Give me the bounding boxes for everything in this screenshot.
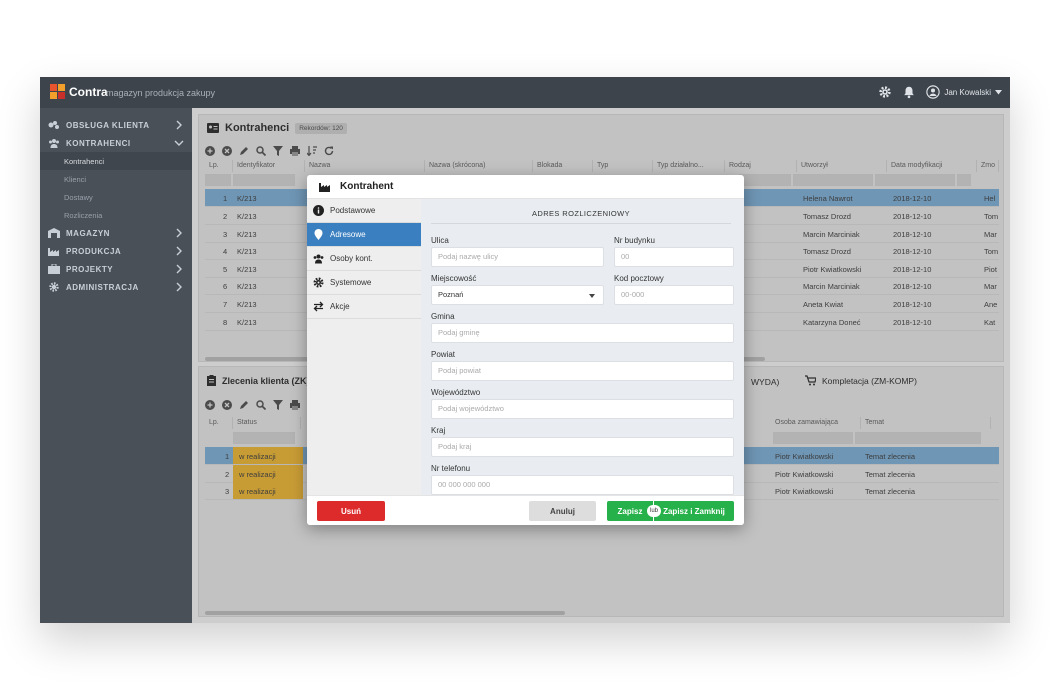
sidebar-item-magazyn[interactable]: MAGAZYN xyxy=(40,224,192,242)
kod-input[interactable]: 00-000 xyxy=(614,285,734,305)
modal-title: Kontrahent xyxy=(340,181,394,192)
tab-osoby[interactable]: Osoby kont. xyxy=(307,247,421,271)
user-avatar-icon xyxy=(926,85,941,99)
gear-icon xyxy=(49,282,59,292)
nr-budynku-label: Nr budynku xyxy=(614,236,655,245)
sidebar-item-label: PROJEKTY xyxy=(66,264,114,274)
chevron-down-icon xyxy=(995,89,1002,94)
sidebar-item-label: KONTRAHENCI xyxy=(66,138,131,148)
brand-name: Contra xyxy=(69,85,108,99)
map-pin-icon xyxy=(314,229,323,240)
chevron-right-icon xyxy=(176,264,182,274)
tab-systemowe[interactable]: Systemowe xyxy=(307,271,421,295)
tab-label: Podstawowe xyxy=(330,206,376,215)
chevron-right-icon xyxy=(176,246,182,256)
chevron-right-icon xyxy=(176,120,182,130)
chevron-down-icon xyxy=(174,140,184,146)
miejscowosc-value: Poznań xyxy=(438,290,464,299)
kontrahent-modal: Kontrahent Podstawowe Adresowe Osoby kon… xyxy=(307,175,744,525)
sidebar-item-produkcja[interactable]: PRODUKCJA xyxy=(40,242,192,260)
modal-footer: Usuń Anuluj Zapisz lub Zapisz i Zamknij xyxy=(307,495,744,525)
or-separator: lub xyxy=(647,505,661,517)
wojewodztwo-label: Województwo xyxy=(431,388,481,397)
sidebar-subitem-kontrahenci[interactable]: Kontrahenci xyxy=(40,152,192,170)
sidebar-item-label: ADMINISTRACJA xyxy=(66,282,139,292)
sidebar-subitem-dostawy[interactable]: Dostawy xyxy=(40,188,192,206)
tab-podstawowe[interactable]: Podstawowe xyxy=(307,199,421,223)
sidebar-subitem-rozliczenia[interactable]: Rozliczenia xyxy=(40,206,192,224)
factory-icon xyxy=(319,182,330,192)
sidebar-item-projekty[interactable]: PROJEKTY xyxy=(40,260,192,278)
sidebar-item-administracja[interactable]: ADMINISTRACJA xyxy=(40,278,192,296)
factory-icon xyxy=(48,248,59,256)
miejscowosc-select[interactable]: Poznań xyxy=(431,285,604,305)
save-close-button[interactable]: Zapisz i Zamknij xyxy=(654,501,734,521)
tab-label: Akcje xyxy=(330,302,350,311)
tab-label: Osoby kont. xyxy=(330,254,373,263)
users-icon xyxy=(49,139,59,148)
chevron-right-icon xyxy=(176,228,182,238)
miejscowosc-label: Miejscowość xyxy=(431,274,477,283)
ulica-label: Ulica xyxy=(431,236,449,245)
nr-budynku-input[interactable]: 00 xyxy=(614,247,734,267)
user-name: Jan Kowalski xyxy=(944,87,991,97)
sidebar: OBSŁUGA KLIENTA KONTRAHENCI Kontrahenci … xyxy=(40,108,192,623)
warehouse-icon xyxy=(48,228,60,238)
kod-label: Kod pocztowy xyxy=(614,274,664,283)
logo-icon xyxy=(50,84,65,99)
kraj-label: Kraj xyxy=(431,426,446,435)
handshake-icon xyxy=(48,121,59,129)
section-title: ADRES ROZLICZENIOWY xyxy=(431,209,731,224)
sidebar-subitem-klienci[interactable]: Klienci xyxy=(40,170,192,188)
chevron-right-icon xyxy=(176,282,182,292)
user-menu[interactable]: Jan Kowalski xyxy=(926,85,1002,99)
delete-button[interactable]: Usuń xyxy=(317,501,385,521)
tab-label: Systemowe xyxy=(330,278,372,287)
exchange-icon xyxy=(313,301,324,312)
gear-icon xyxy=(313,277,324,288)
telefon-input[interactable]: 00 000 000 000 xyxy=(431,475,734,495)
gmina-label: Gmina xyxy=(431,312,455,321)
wojewodztwo-input[interactable]: Podaj województwo xyxy=(431,399,734,419)
tab-adresowe[interactable]: Adresowe xyxy=(307,223,421,247)
sidebar-item-label: OBSŁUGA KLIENTA xyxy=(66,120,150,130)
bell-icon[interactable] xyxy=(902,85,916,99)
sidebar-item-kontrahenci[interactable]: KONTRAHENCI xyxy=(40,134,192,152)
top-right-controls: Jan Kowalski xyxy=(878,85,1002,99)
sidebar-item-label: MAGAZYN xyxy=(66,228,110,238)
modal-tabs: Podstawowe Adresowe Osoby kont. Systemow… xyxy=(307,199,421,495)
gmina-input[interactable]: Podaj gminę xyxy=(431,323,734,343)
info-icon xyxy=(313,205,324,216)
users-icon xyxy=(313,254,324,264)
cancel-button[interactable]: Anuluj xyxy=(529,501,596,521)
modal-header: Kontrahent xyxy=(307,175,744,199)
telefon-label: Nr telefonu xyxy=(431,464,471,473)
powiat-label: Powiat xyxy=(431,350,456,359)
gear-icon[interactable] xyxy=(878,85,892,99)
tab-akcje[interactable]: Akcje xyxy=(307,295,421,319)
brand-subtitle: magazyn produkcja zakupy xyxy=(106,88,216,98)
chevron-down-icon xyxy=(589,294,595,298)
modal-body: ADRES ROZLICZENIOWY Ulica Podaj nazwę ul… xyxy=(421,199,744,495)
tab-label: Adresowe xyxy=(330,230,366,239)
ulica-input[interactable]: Podaj nazwę ulicy xyxy=(431,247,604,267)
sidebar-item-label: PRODUKCJA xyxy=(66,246,122,256)
kraj-input[interactable]: Podaj kraj xyxy=(431,437,734,457)
powiat-input[interactable]: Podaj powiat xyxy=(431,361,734,381)
projects-icon xyxy=(48,264,60,274)
top-bar: Contra magazyn produkcja zakupy Jan Kowa… xyxy=(40,77,1010,108)
sidebar-item-obsluga[interactable]: OBSŁUGA KLIENTA xyxy=(40,116,192,134)
